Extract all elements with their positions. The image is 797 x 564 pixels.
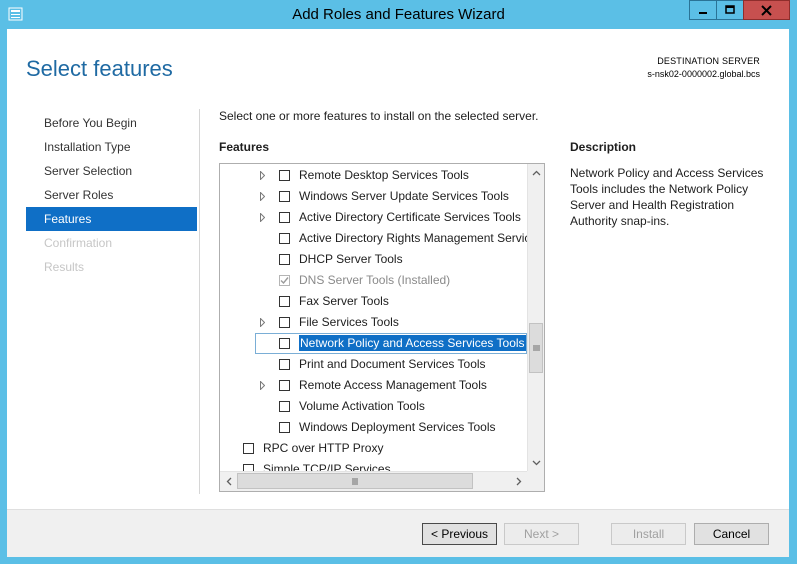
nav-item-server-selection[interactable]: Server Selection (26, 159, 197, 183)
expand-chevron-icon[interactable] (258, 312, 267, 333)
description-text: Network Policy and Access Services Tools… (570, 166, 764, 228)
feature-row[interactable]: Simple TCP/IP Services (220, 459, 527, 471)
nav-item-results: Results (44, 260, 85, 274)
nav-item-installation-type[interactable]: Installation Type (26, 135, 197, 159)
chevron-left-icon (226, 477, 231, 486)
nav-item-features[interactable]: Features (26, 207, 197, 231)
checkmark-icon (280, 277, 289, 285)
nav-item-confirmation: Confirmation (44, 236, 113, 250)
chevron-down-icon (532, 460, 540, 465)
maximize-button[interactable] (716, 0, 744, 20)
instructions-text: Select one or more features to install o… (219, 109, 539, 123)
expand-chevron-icon[interactable] (258, 207, 267, 228)
feature-label: Active Directory Rights Management Servi… (299, 231, 527, 245)
feature-row[interactable]: DHCP Server Tools (220, 249, 527, 270)
feature-checkbox[interactable] (279, 422, 290, 433)
page-title: Select features (26, 56, 173, 81)
grip-icon (352, 477, 358, 485)
wizard-nav: Before You Begin Installation Type Serve… (26, 111, 197, 279)
feature-checkbox[interactable] (279, 317, 290, 328)
feature-label: Network Policy and Access Services Tools (299, 335, 526, 351)
window-title: Add Roles and Features Wizard (292, 6, 505, 23)
scroll-right-button[interactable] (510, 472, 527, 491)
feature-label: Simple TCP/IP Services (263, 462, 391, 471)
description-heading: Description (570, 140, 637, 154)
expand-chevron-icon[interactable] (258, 186, 267, 207)
destination-server-name: s-nsk02-0000002.global.bcs (647, 69, 760, 79)
next-button: Next > (504, 523, 579, 545)
feature-row[interactable]: Windows Server Update Services Tools (220, 186, 527, 207)
feature-label: Windows Deployment Services Tools (299, 420, 496, 434)
feature-row[interactable]: Windows Deployment Services Tools (220, 417, 527, 438)
feature-label: Volume Activation Tools (299, 399, 425, 413)
feature-label: Remote Desktop Services Tools (299, 168, 469, 182)
nav-divider (199, 109, 200, 494)
vertical-scrollbar[interactable] (527, 164, 544, 471)
feature-row[interactable]: Network Policy and Access Services Tools (220, 333, 527, 354)
minimize-icon (699, 12, 707, 14)
feature-row[interactable]: DNS Server Tools (Installed) (220, 270, 527, 291)
feature-row[interactable]: Print and Document Services Tools (220, 354, 527, 375)
wizard-client-area: Select features DESTINATION SERVER s-nsk… (7, 29, 789, 557)
install-button: Install (611, 523, 686, 545)
close-button[interactable] (743, 0, 790, 20)
feature-checkbox[interactable] (279, 170, 290, 181)
feature-checkbox[interactable] (279, 401, 290, 412)
grip-icon (532, 345, 540, 351)
feature-row[interactable]: Fax Server Tools (220, 291, 527, 312)
feature-label: DHCP Server Tools (299, 252, 403, 266)
feature-label: Active Directory Certificate Services To… (299, 210, 521, 224)
feature-checkbox[interactable] (279, 359, 290, 370)
feature-row[interactable]: Remote Desktop Services Tools (220, 165, 527, 186)
title-bar: Add Roles and Features Wizard (0, 0, 797, 29)
scroll-down-button[interactable] (528, 454, 544, 471)
feature-label: RPC over HTTP Proxy (263, 441, 384, 455)
features-tree[interactable]: Remote Desktop Services Tools Windows Ser… (219, 163, 545, 492)
expand-chevron-icon[interactable] (258, 165, 267, 186)
feature-checkbox[interactable] (279, 296, 290, 307)
chevron-up-icon (532, 170, 540, 175)
feature-row[interactable]: Volume Activation Tools (220, 396, 527, 417)
feature-row[interactable]: Active Directory Rights Management Servi… (220, 228, 527, 249)
vertical-scroll-thumb[interactable] (529, 323, 543, 373)
feature-checkbox[interactable] (243, 443, 254, 454)
feature-row[interactable]: Remote Access Management Tools (220, 375, 527, 396)
feature-checkbox[interactable] (279, 233, 290, 244)
nav-item-server-roles[interactable]: Server Roles (26, 183, 197, 207)
feature-label: Remote Access Management Tools (299, 378, 487, 392)
horizontal-scroll-thumb[interactable] (237, 473, 473, 489)
feature-label: DNS Server Tools (Installed) (299, 273, 451, 287)
close-icon (761, 4, 772, 16)
feature-checkbox (279, 275, 290, 286)
features-heading: Features (219, 140, 270, 154)
expand-chevron-icon[interactable] (258, 375, 267, 396)
cancel-button[interactable]: Cancel (694, 523, 769, 545)
feature-label: Windows Server Update Services Tools (299, 189, 509, 203)
features-tree-viewport: Remote Desktop Services Tools Windows Ser… (220, 164, 527, 471)
nav-item-before-you-begin[interactable]: Before You Begin (26, 111, 197, 135)
feature-row[interactable]: Active Directory Certificate Services To… (220, 207, 527, 228)
feature-checkbox[interactable] (279, 191, 290, 202)
wizard-footer: < Previous Next > Install Cancel (7, 509, 789, 557)
feature-row[interactable]: RPC over HTTP Proxy (220, 438, 527, 459)
feature-label: Fax Server Tools (299, 294, 389, 308)
chevron-right-icon (516, 477, 521, 486)
scroll-left-button[interactable] (220, 472, 237, 491)
maximize-icon (725, 5, 735, 14)
previous-button[interactable]: < Previous (422, 523, 497, 545)
destination-server-label: DESTINATION SERVER (657, 56, 760, 66)
destination-server-info: DESTINATION SERVER s-nsk02-0000002.globa… (647, 55, 760, 81)
feature-label: File Services Tools (299, 315, 399, 329)
feature-label: Print and Document Services Tools (299, 357, 486, 371)
feature-checkbox[interactable] (279, 212, 290, 223)
feature-row[interactable]: File Services Tools (220, 312, 527, 333)
feature-checkbox[interactable] (279, 254, 290, 265)
scroll-up-button[interactable] (528, 164, 544, 181)
scrollbar-corner (527, 471, 544, 491)
feature-checkbox[interactable] (279, 380, 290, 391)
feature-checkbox[interactable] (279, 338, 290, 349)
minimize-button[interactable] (689, 0, 717, 20)
feature-checkbox[interactable] (243, 464, 254, 471)
horizontal-scrollbar[interactable] (220, 471, 527, 491)
